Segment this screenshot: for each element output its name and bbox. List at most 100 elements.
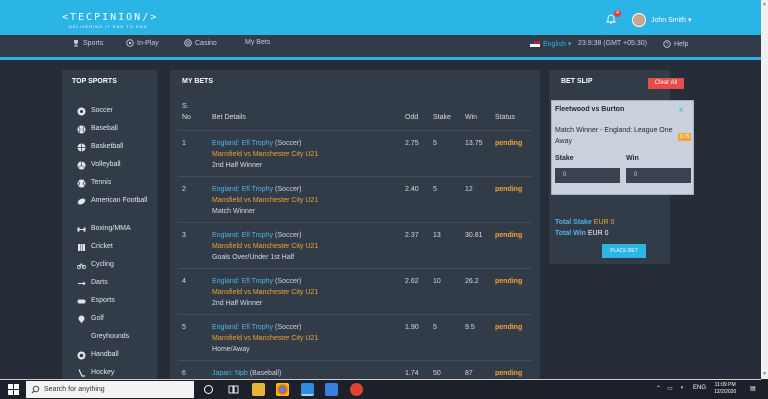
language-selector[interactable]: English ▾ bbox=[530, 40, 571, 48]
sport-label: Boxing/MMA bbox=[91, 225, 131, 232]
sport-item-boxing[interactable]: Boxing/MMA bbox=[77, 225, 157, 243]
row-market: Goals Over/Under 1st Half bbox=[212, 254, 295, 261]
sport-item-volleyball[interactable]: Volleyball bbox=[77, 161, 157, 179]
row-league: England: Efl Trophy bbox=[212, 278, 274, 285]
windows-start-icon[interactable] bbox=[8, 384, 19, 395]
sport-label: Golf bbox=[91, 315, 104, 322]
cricket-icon bbox=[78, 244, 85, 251]
tray-overflow-icon[interactable]: ⌃ bbox=[656, 385, 661, 392]
file-explorer-icon[interactable] bbox=[252, 383, 265, 396]
row-win: 30.81 bbox=[465, 232, 483, 239]
row-sno: 6 bbox=[182, 370, 186, 377]
table-row[interactable]: 3 England: Efl Trophy (Soccer) Mansfield… bbox=[170, 223, 540, 269]
gamepad-icon bbox=[77, 299, 86, 304]
sport-item-basketball[interactable]: Basketball bbox=[77, 143, 157, 161]
row-stake: 50 bbox=[433, 370, 441, 377]
svg-text:?: ? bbox=[666, 42, 669, 48]
sport-label: Baseball bbox=[91, 125, 118, 132]
language-label: English ▾ bbox=[543, 41, 572, 48]
network-icon[interactable]: ▭ bbox=[667, 385, 673, 392]
tray-clock[interactable]: 11:09 PM 12/2/2020 bbox=[714, 382, 736, 396]
table-row[interactable]: 5 England: Efl Trophy (Soccer) Mansfield… bbox=[170, 315, 540, 361]
soccer-ball-icon bbox=[126, 39, 134, 47]
search-icon bbox=[31, 385, 40, 394]
row-league-link[interactable]: Japan: Npb (Baseball) bbox=[212, 370, 281, 377]
row-odd: 2.37 bbox=[405, 232, 419, 239]
taskbar-search-placeholder: Search for anything bbox=[44, 386, 105, 393]
row-market: 2nd Half Winner bbox=[212, 300, 263, 307]
table-row[interactable]: 1 England: Efl Trophy (Soccer) Mansfield… bbox=[170, 131, 540, 177]
sport-item-golf[interactable]: Golf bbox=[77, 315, 157, 333]
greyhound-icon bbox=[77, 333, 86, 342]
row-league-link[interactable]: England: Efl Trophy (Soccer) bbox=[212, 140, 302, 147]
row-status: pending bbox=[495, 370, 523, 377]
sport-item-handball[interactable]: Handball bbox=[77, 351, 157, 369]
sport-item-cycling[interactable]: Cycling bbox=[77, 261, 157, 279]
notifications-icon[interactable]: ▤ bbox=[750, 385, 756, 392]
sport-item-baseball[interactable]: Baseball bbox=[77, 125, 157, 143]
tray-date: 12/2/2020 bbox=[714, 389, 737, 395]
nav-my-bets[interactable]: My Bets bbox=[245, 39, 270, 46]
row-stake: 5 bbox=[433, 140, 437, 147]
place-bet-button[interactable]: PLACE BET bbox=[602, 244, 646, 258]
row-league-link[interactable]: England: Efl Trophy (Soccer) bbox=[212, 186, 302, 193]
tray-language[interactable]: ENG bbox=[693, 385, 706, 391]
darts-icon bbox=[78, 281, 86, 286]
sport-label: Tennis bbox=[91, 179, 112, 186]
tennis-ball-icon bbox=[77, 179, 86, 188]
total-stake-label: Total Stake bbox=[555, 219, 592, 226]
sport-item-soccer[interactable]: Soccer bbox=[77, 107, 157, 125]
row-sport: (Soccer) bbox=[275, 324, 302, 331]
scroll-up-icon[interactable]: ▲ bbox=[762, 1, 767, 7]
sport-item-greyhounds[interactable]: Greyhounds bbox=[77, 333, 157, 351]
nav-sports[interactable]: Sports bbox=[72, 39, 103, 47]
user-menu[interactable]: John Smith ▾ bbox=[651, 16, 691, 24]
stake-input[interactable]: 0 bbox=[555, 168, 620, 183]
row-league-link[interactable]: England: Efl Trophy (Soccer) bbox=[212, 278, 302, 285]
nav-in-play[interactable]: In-Play bbox=[126, 39, 159, 47]
vertical-scrollbar[interactable] bbox=[761, 0, 768, 379]
taskbar-search[interactable]: Search for anything bbox=[26, 381, 194, 398]
edge-icon[interactable] bbox=[301, 383, 314, 396]
row-win: 9.5 bbox=[465, 324, 475, 331]
bicycle-icon bbox=[77, 263, 86, 270]
row-league-link[interactable]: England: Efl Trophy (Soccer) bbox=[212, 232, 302, 239]
row-league: England: Efl Trophy bbox=[212, 324, 274, 331]
task-view-icon[interactable] bbox=[227, 383, 240, 396]
chrome-icon[interactable] bbox=[276, 383, 289, 396]
nav-casino[interactable]: Casino bbox=[184, 39, 217, 47]
baseball-icon bbox=[77, 125, 86, 134]
nav-in-play-label: In-Play bbox=[137, 39, 159, 47]
table-row[interactable]: 4 England: Efl Trophy (Soccer) Mansfield… bbox=[170, 269, 540, 315]
sport-item-cricket[interactable]: Cricket bbox=[77, 243, 157, 261]
row-stake: 5 bbox=[433, 324, 437, 331]
bet-event: Fleetwood vs Burton bbox=[555, 106, 625, 113]
row-league-link[interactable]: England: Efl Trophy (Soccer) bbox=[212, 324, 302, 331]
row-sport: (Soccer) bbox=[275, 278, 302, 285]
avatar[interactable] bbox=[632, 13, 646, 27]
sport-item-darts[interactable]: Darts bbox=[77, 279, 157, 297]
close-icon[interactable]: x bbox=[679, 105, 683, 114]
volume-icon[interactable]: ◖ bbox=[680, 385, 684, 391]
sport-item-tennis[interactable]: Tennis bbox=[77, 179, 157, 197]
row-status: pending bbox=[495, 232, 523, 239]
sport-item-esports[interactable]: Esports bbox=[77, 297, 157, 315]
sport-item-american-football[interactable]: American Football bbox=[77, 197, 157, 225]
clear-all-button[interactable]: Clear All bbox=[648, 78, 684, 89]
store-icon[interactable] bbox=[325, 383, 338, 396]
table-row[interactable]: 2 England: Efl Trophy (Soccer) Mansfield… bbox=[170, 177, 540, 223]
logo[interactable]: <TECPINION/> bbox=[62, 12, 158, 23]
bet-market: Match Winner - England: League One Away bbox=[555, 127, 673, 145]
app-icon[interactable] bbox=[350, 383, 363, 396]
row-win: 13.75 bbox=[465, 140, 483, 147]
row-win: 26.2 bbox=[465, 278, 479, 285]
col-header-odd: Odd bbox=[405, 114, 419, 121]
trophy-icon bbox=[74, 40, 78, 47]
top-sports-panel: TOP SPORTS Soccer Baseball Basketball Vo… bbox=[62, 70, 157, 380]
cortana-icon[interactable] bbox=[202, 383, 215, 396]
row-teams: Mansfield vs Manchester City U21 bbox=[212, 289, 319, 296]
col-header-stake: Stake bbox=[433, 114, 451, 121]
table-row[interactable]: 6 Japan: Npb (Baseball) 1.74 50 87 pendi… bbox=[170, 361, 540, 380]
help-link[interactable]: ? Help bbox=[663, 40, 688, 48]
scroll-down-icon[interactable]: ▼ bbox=[762, 371, 767, 377]
